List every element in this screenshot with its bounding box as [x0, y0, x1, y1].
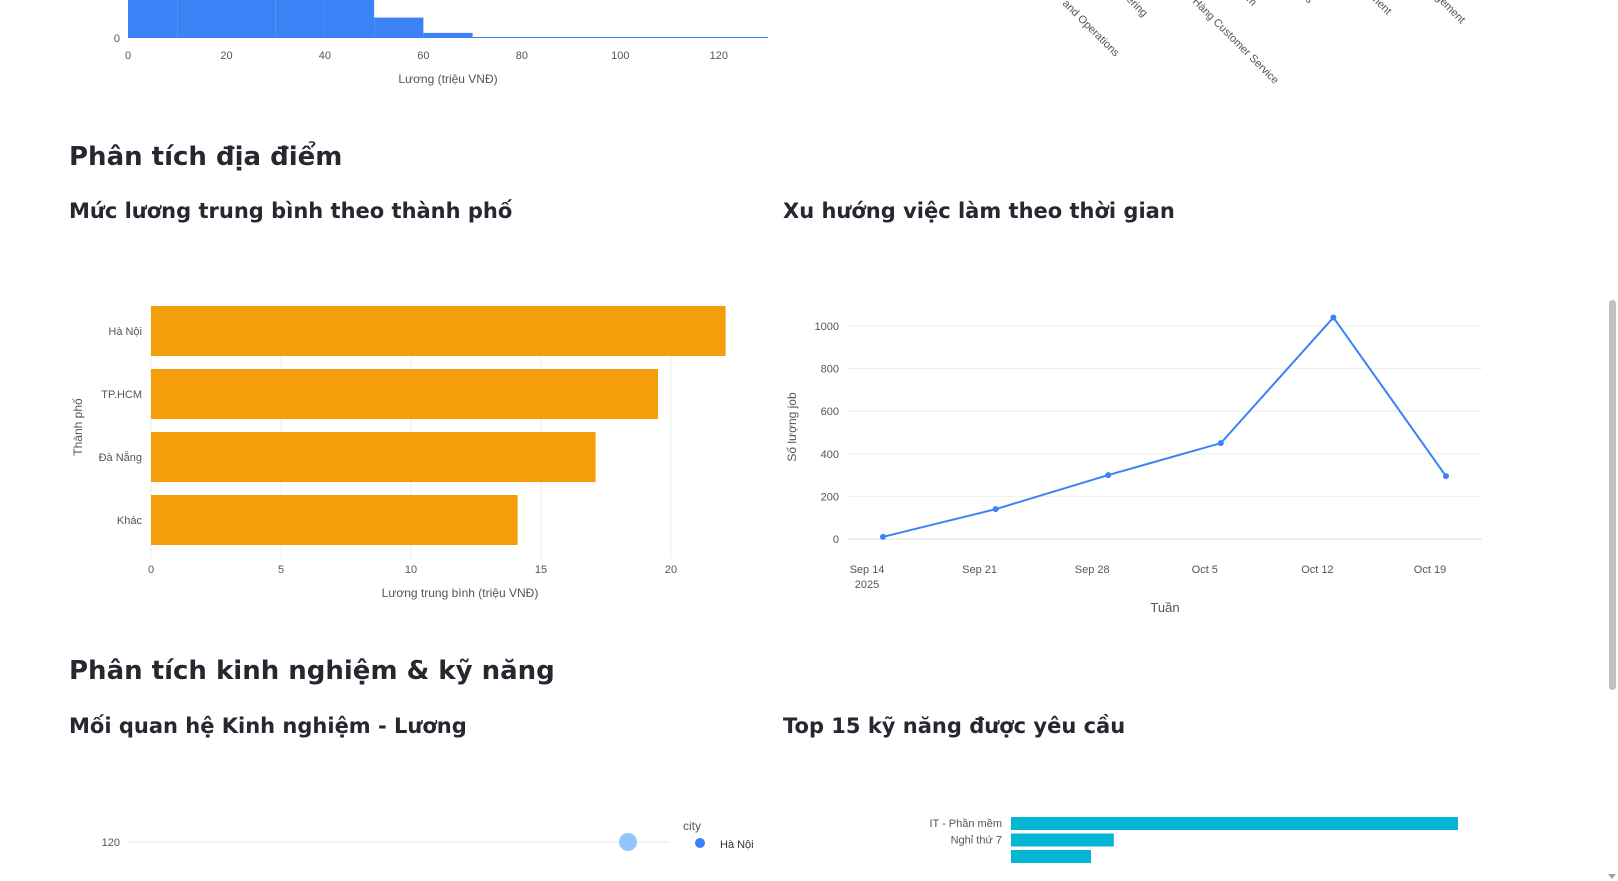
city-xtick: 0 — [148, 564, 154, 576]
scroll-down-icon[interactable] — [1608, 874, 1616, 879]
city-ytick: TP.HCM — [101, 389, 142, 401]
trend-xtick: Sep 14 — [850, 564, 885, 576]
city-y-labels: Hà Nội TP.HCM Đà Nẵng Khác — [99, 326, 143, 527]
histogram-bar — [177, 0, 227, 38]
hist-xtick: 100 — [611, 50, 629, 62]
skills-bars: IT - Phần mềm Nghỉ thứ 7 — [929, 817, 1458, 863]
histogram-bar — [324, 0, 375, 38]
trend-points — [880, 314, 1449, 540]
scrollbar-thumb[interactable] — [1609, 300, 1616, 690]
city-ytick: Khác — [117, 515, 143, 527]
city-ylabel: Thành phố — [71, 398, 85, 456]
industry-label: s — [1303, 0, 1316, 6]
histogram-bar — [275, 0, 325, 38]
histogram-bar — [423, 32, 473, 38]
trend-xtick: Sep 28 — [1075, 564, 1110, 576]
histogram-bar — [521, 37, 572, 38]
histogram-x-ticks: 0 20 40 60 80 100 120 — [125, 50, 728, 62]
hist-ytick-0: 0 — [114, 33, 120, 45]
industry-label: gement — [1433, 0, 1467, 26]
skill-label: Nghỉ thứ 7 — [951, 835, 1002, 847]
histogram-bar — [620, 37, 670, 38]
city-bar[interactable] — [151, 306, 726, 356]
city-bar[interactable] — [151, 369, 658, 419]
trend-point[interactable] — [1217, 440, 1224, 447]
trend-ylabel: Số lượng job — [785, 392, 799, 462]
trend-ytick: 0 — [833, 534, 839, 546]
exp-salary-title: Mối quan hệ Kinh nghiệm - Lương — [69, 714, 467, 738]
industry-label: ering — [1124, 0, 1150, 19]
trend-x-ticks: Sep 14 Sep 21 Sep 28 Oct 5 Oct 12 Oct 19 — [850, 564, 1447, 576]
trend-xtick: Oct 5 — [1192, 564, 1218, 576]
city-bar[interactable] — [151, 432, 596, 482]
city-ytick: Đà Nẵng — [99, 451, 142, 464]
histogram-bar — [718, 37, 768, 38]
section-heading-experience-skills: Phân tích kinh nghiệm & kỹ năng — [69, 656, 555, 686]
trend-point[interactable] — [1105, 472, 1112, 479]
skill-label: IT - Phần mềm — [929, 818, 1002, 830]
city-salary-chart: 0 5 10 15 20 Hà Nội TP.HCM Đà Nẵng Khác Thành p… — [71, 306, 726, 600]
trend-grid: 0 200 400 600 800 1000 — [815, 321, 1482, 546]
city-xtick: 15 — [535, 564, 547, 576]
legend-item-hanoi[interactable]: Hà Nội — [720, 839, 754, 851]
industry-label: m — [1244, 0, 1259, 9]
trend-ytick: 1000 — [815, 321, 839, 333]
city-bars — [151, 306, 726, 545]
page-scrollbar[interactable] — [1606, 0, 1618, 881]
trend-xtick: Oct 19 — [1414, 564, 1446, 576]
trend-title: Xu hướng việc làm theo thời gian — [783, 199, 1175, 223]
skills-chart: IT - Phần mềm Nghỉ thứ 7 — [929, 817, 1458, 863]
hist-xtick: 0 — [125, 50, 131, 62]
trend-point[interactable] — [1330, 314, 1337, 321]
legend-title: city — [683, 819, 701, 833]
salary-histogram: 0 0 20 40 60 80 100 120 Lương (triệu VNĐ) — [114, 0, 768, 86]
trend-ytick: 600 — [821, 406, 839, 418]
trend-xtick: Sep 21 — [962, 564, 997, 576]
trend-point[interactable] — [992, 506, 999, 513]
trend-ytick: 200 — [821, 491, 839, 503]
histogram-bar — [571, 37, 621, 38]
city-bar[interactable] — [151, 495, 518, 545]
city-xtick: 5 — [278, 564, 284, 576]
exp-salary-scatter: 120 city Hà Nội — [102, 819, 754, 851]
hist-xtick: 80 — [516, 50, 528, 62]
trend-point[interactable] — [880, 533, 886, 540]
section-heading-location: Phân tích địa điểm — [69, 142, 343, 172]
industry-label: Hàng Customer Service — [1190, 0, 1281, 87]
city-xtick: 10 — [405, 564, 417, 576]
hist-xtick: 120 — [710, 50, 728, 62]
scatter-ytick-120: 120 — [102, 837, 120, 849]
trend-xlabel: Tuần — [1150, 600, 1179, 615]
city-salary-title: Mức lương trung bình theo thành phố — [69, 199, 513, 223]
histogram-bars — [128, 0, 768, 38]
industry-chart-labels: and Operations ering Hàng Customer Servi… — [1060, 0, 1467, 87]
trend-line — [882, 315, 1447, 538]
skill-bar[interactable] — [1011, 833, 1114, 847]
histogram-bar — [472, 37, 522, 38]
histogram-bar — [226, 0, 276, 38]
city-ytick: Hà Nội — [108, 326, 142, 338]
hist-xtick: 60 — [417, 50, 429, 62]
trend-ytick: 400 — [821, 449, 839, 461]
industry-label: and Operations — [1060, 0, 1122, 60]
city-xlabel: Lương trung bình (triệu VNĐ) — [382, 586, 539, 600]
histogram-bar — [128, 0, 178, 38]
industry-label: ment — [1368, 0, 1394, 17]
hist-xtick: 40 — [319, 50, 331, 62]
skill-bar[interactable] — [1011, 817, 1458, 830]
histogram-bar — [374, 17, 424, 38]
trend-ytick: 800 — [821, 364, 839, 376]
hist-xtick: 20 — [220, 50, 232, 62]
trend-year-label: 2025 — [855, 579, 879, 591]
histogram-bar — [669, 37, 719, 38]
job-trend-chart: 0 200 400 600 800 1000 Sep 14 Sep 21 Sep 28 Oct … — [785, 314, 1482, 615]
legend-marker[interactable] — [695, 838, 705, 848]
skills-title: Top 15 kỹ năng được yêu cầu — [783, 714, 1126, 738]
hist-xlabel: Lương (triệu VNĐ) — [398, 72, 497, 86]
scatter-point — [619, 833, 637, 851]
trend-point[interactable] — [1443, 473, 1449, 480]
skill-bar[interactable] — [1011, 850, 1091, 863]
city-xtick: 20 — [665, 564, 677, 576]
trend-xtick: Oct 12 — [1301, 564, 1333, 576]
